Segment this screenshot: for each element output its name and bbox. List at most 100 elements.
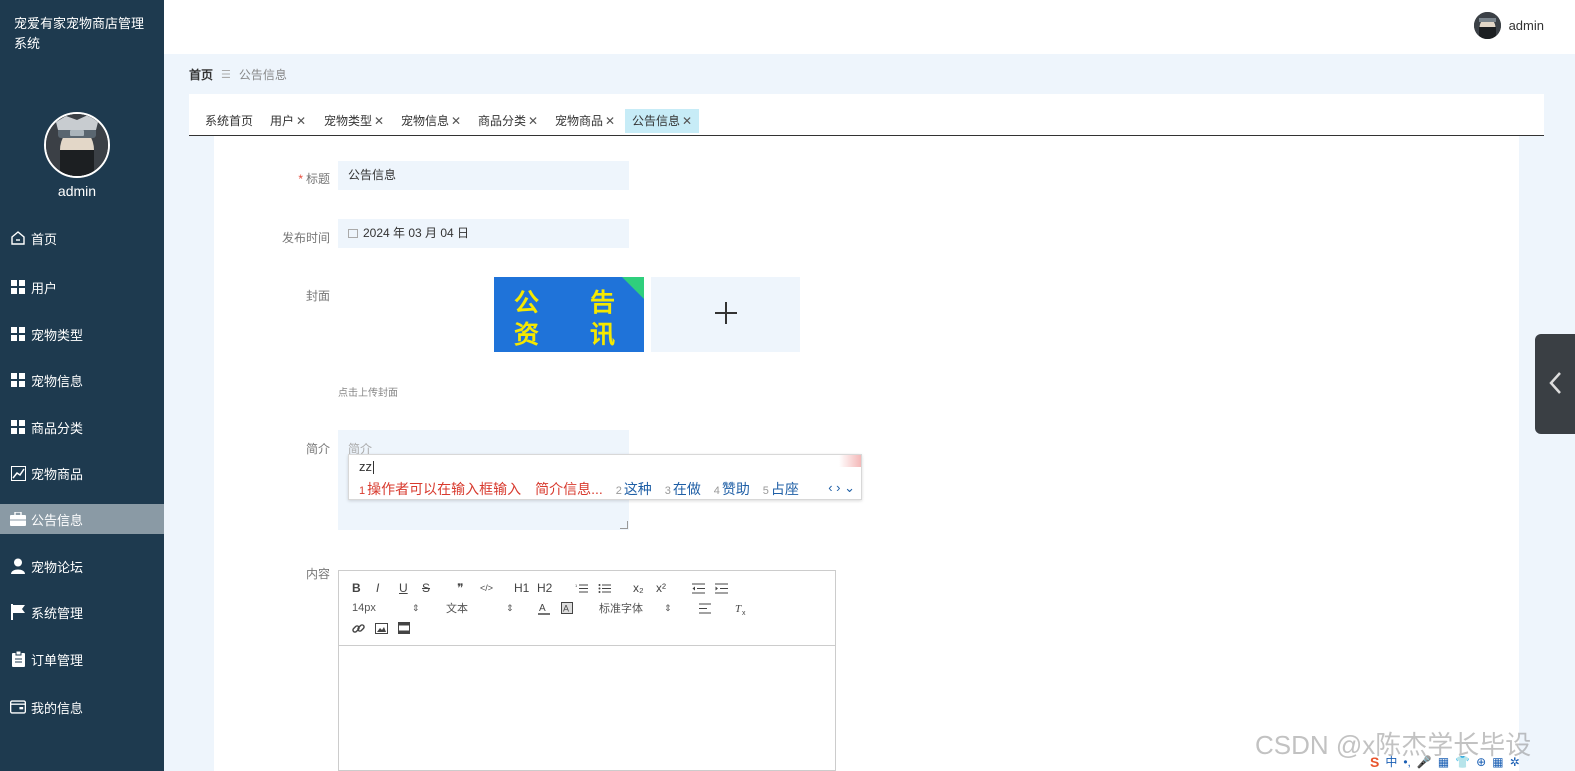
sidebar-item-label: 订单管理: [31, 652, 84, 668]
resize-handle[interactable]: [620, 521, 628, 529]
tab-label: 商品分类: [478, 114, 527, 128]
h2-button[interactable]: H2: [537, 580, 552, 596]
sidebar-item-home[interactable]: 首页: [0, 223, 164, 253]
outdent-icon[interactable]: [692, 580, 705, 596]
ime-candidate[interactable]: 2 这种: [616, 479, 652, 499]
apps-icon[interactable]: ▦: [1492, 755, 1503, 769]
background-color-icon[interactable]: A: [561, 600, 573, 616]
editor-toolbar: B I U S ❞ </> H1 H2 1 x₂ x² 14px ⇕ 文本 ⇕ A …: [339, 571, 835, 646]
grid-icon: [10, 419, 26, 435]
indent-icon[interactable]: [715, 580, 728, 596]
tab-close-icon[interactable]: ✕: [528, 114, 538, 128]
font-family-value: 标准字体: [599, 603, 643, 615]
tabs-bar: 系统首页 用户 ✕ 宠物类型 ✕ 宠物信息 ✕ 商品分类 ✕ 宠物商品 ✕ 公告信息 ✕: [189, 94, 1544, 136]
tab-close-icon[interactable]: ✕: [682, 114, 692, 128]
skin-icon[interactable]: 👕: [1455, 755, 1470, 769]
ime-candidate[interactable]: 4 赞助: [714, 479, 750, 499]
superscript-button[interactable]: x²: [656, 580, 666, 596]
font-size-value: 14px: [352, 602, 376, 614]
sidebar-item-announcements[interactable]: 公告信息: [0, 504, 164, 534]
top-header: admin: [164, 0, 1575, 54]
ime-candidate[interactable]: 3 在做: [665, 479, 701, 499]
italic-button[interactable]: I: [376, 580, 379, 596]
sogou-logo-icon[interactable]: S: [1370, 754, 1379, 770]
ordered-list-icon[interactable]: 1: [575, 580, 588, 596]
title-input[interactable]: 公告信息: [338, 161, 629, 190]
punctuation-icon[interactable]: •,: [1403, 755, 1411, 769]
sidebar-item-label: 宠物商品: [31, 466, 84, 482]
tool-icon[interactable]: ⊕: [1476, 755, 1486, 769]
select-arrow-icon: ⇕: [506, 602, 514, 613]
ime-page-nav[interactable]: ‹ › ⌄: [828, 480, 855, 496]
tab-close-icon[interactable]: ✕: [374, 114, 384, 128]
sidebar-item-label: 宠物论坛: [31, 559, 84, 575]
collapse-toggle-button[interactable]: [1535, 334, 1575, 434]
publish-time-value: 2024 年 03 月 04 日: [363, 226, 470, 240]
select-arrow-icon: ⇕: [411, 602, 420, 613]
briefcase-icon: [10, 511, 26, 527]
tab-pet-types[interactable]: 宠物类型 ✕: [317, 109, 391, 133]
sidebar-avatar[interactable]: [44, 112, 110, 178]
ime-candidate[interactable]: 5 占座: [763, 479, 799, 499]
chart-icon: [10, 465, 26, 481]
tab-users[interactable]: 用户 ✕: [263, 109, 313, 133]
publish-time-picker[interactable]: 2024 年 03 月 04 日: [338, 219, 629, 248]
underline-button[interactable]: U: [399, 580, 408, 596]
sidebar-item-pet-products[interactable]: 宠物商品: [0, 458, 164, 488]
sidebar-item-pet-types[interactable]: 宠物类型: [0, 319, 164, 349]
user-icon: [10, 558, 26, 574]
microphone-icon[interactable]: 🎤: [1417, 755, 1432, 769]
video-icon[interactable]: [398, 620, 410, 636]
align-icon[interactable]: [699, 600, 711, 616]
sidebar-item-users[interactable]: 用户: [0, 272, 164, 302]
strike-button[interactable]: S: [422, 580, 430, 596]
font-size-select[interactable]: 14px ⇕: [352, 600, 419, 616]
sidebar-item-product-category[interactable]: 商品分类: [0, 412, 164, 442]
header-avatar: [1473, 12, 1501, 39]
sidebar-item-forum[interactable]: 宠物论坛: [0, 551, 164, 581]
subscript-button[interactable]: x₂: [633, 580, 644, 596]
editor-content-area[interactable]: [339, 646, 835, 771]
tab-product-category[interactable]: 商品分类 ✕: [471, 109, 545, 133]
h1-button[interactable]: H1: [514, 580, 529, 596]
breadcrumb-home[interactable]: 首页: [189, 66, 213, 83]
sidebar-item-orders[interactable]: 订单管理: [0, 644, 164, 674]
tab-close-icon[interactable]: ✕: [296, 114, 306, 128]
bullet-list-icon[interactable]: [598, 580, 611, 596]
lang-mode-icon[interactable]: 中: [1385, 753, 1397, 770]
keyboard-icon[interactable]: ▦: [1438, 755, 1449, 769]
tab-close-icon[interactable]: ✕: [605, 114, 615, 128]
clear-format-icon[interactable]: Tx: [735, 600, 749, 616]
publish-time-label: 发布时间: [281, 231, 330, 245]
tab-close-icon[interactable]: ✕: [451, 114, 461, 128]
svg-text:1: 1: [575, 583, 578, 588]
link-icon[interactable]: [352, 620, 365, 636]
font-family-select[interactable]: 标准字体 ⇕: [599, 600, 672, 616]
code-button[interactable]: </>: [480, 580, 493, 596]
ime-candidate[interactable]: 1 操作者可以在输入框输入 简介信息...: [359, 479, 603, 499]
tab-label: 宠物类型: [324, 114, 373, 128]
svg-text:x: x: [742, 610, 746, 615]
settings-icon[interactable]: ✲: [1510, 755, 1520, 769]
cover-char: 资: [514, 320, 540, 349]
rich-text-editor: B I U S ❞ </> H1 H2 1 x₂ x² 14px ⇕ 文本 ⇕ A …: [338, 570, 836, 771]
header-user-menu[interactable]: admin: [1473, 12, 1544, 39]
block-type-select[interactable]: 文本 ⇕: [446, 600, 514, 616]
tab-home[interactable]: 系统首页: [198, 109, 260, 133]
cover-upload-button[interactable]: [651, 277, 800, 352]
cover-image[interactable]: 公 告 资 讯: [494, 277, 644, 352]
flag-icon: [10, 604, 26, 620]
sidebar-item-pet-info[interactable]: 宠物信息: [0, 365, 164, 395]
sidebar-item-my-info[interactable]: 我的信息: [0, 692, 164, 722]
svg-text:T: T: [735, 603, 742, 615]
bold-button[interactable]: B: [352, 580, 361, 596]
tab-label: 系统首页: [205, 114, 254, 128]
tab-label: 公告信息: [632, 114, 681, 128]
font-color-icon[interactable]: A: [538, 600, 550, 616]
sidebar-item-system[interactable]: 系统管理: [0, 597, 164, 627]
tab-announcements[interactable]: 公告信息 ✕: [625, 109, 700, 133]
tab-pet-info[interactable]: 宠物信息 ✕: [394, 109, 468, 133]
quote-button[interactable]: ❞: [457, 580, 463, 596]
tab-pet-products[interactable]: 宠物商品 ✕: [548, 109, 622, 133]
image-icon[interactable]: [375, 620, 388, 636]
